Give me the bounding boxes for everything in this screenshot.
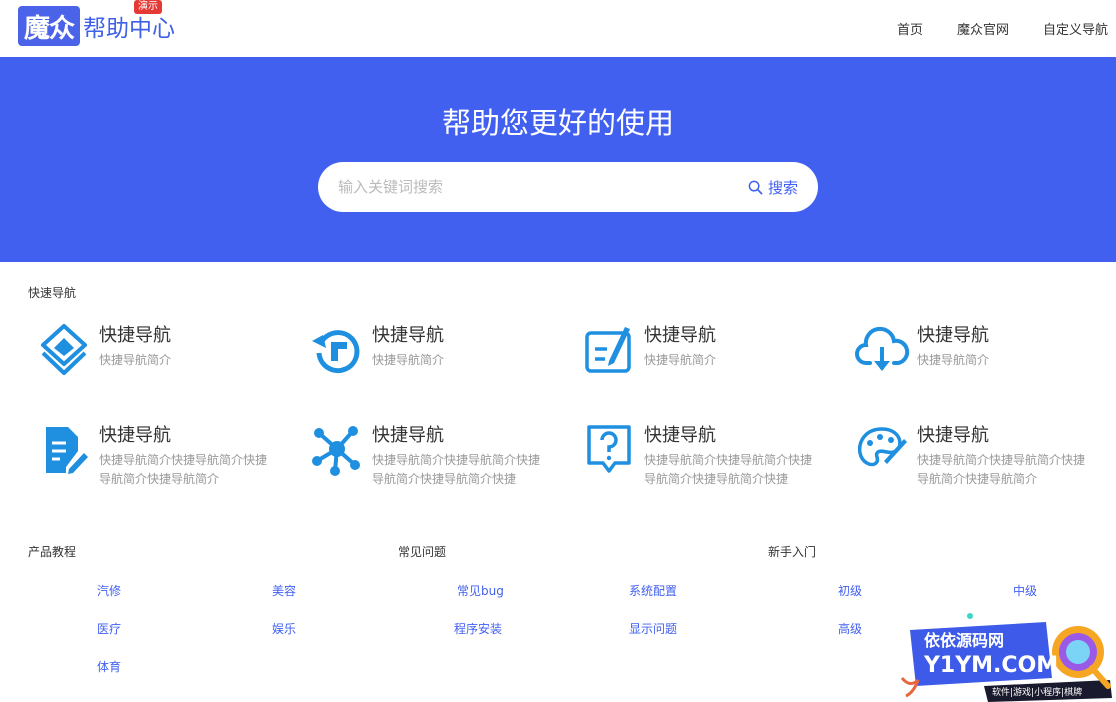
quick-nav-item-desc: 快捷导航简介: [372, 353, 445, 367]
quick-nav-item[interactable]: 快捷导航 快捷导航简介快捷导航简介快捷导航简介快捷导航简介: [28, 421, 288, 501]
search-icon: [748, 180, 763, 194]
category-title-beginner: 新手入门: [768, 545, 817, 559]
watermark-line2: Y1YM.COM: [923, 653, 1058, 678]
hero-title: 帮助您更好的使用: [441, 106, 674, 140]
quick-nav-item-title: 快捷导航: [917, 325, 989, 346]
category-link[interactable]: 医疗: [97, 620, 121, 637]
quick-nav-item-desc: 快捷导航简介快捷导航简介快捷导航简介快捷导航简介: [99, 453, 268, 486]
search-bar: 搜索: [318, 162, 818, 212]
quick-nav-item-title: 快捷导航: [372, 325, 444, 346]
question-bubble-icon: [587, 425, 631, 473]
category-link[interactable]: 体育: [97, 658, 121, 675]
quick-nav-item-desc: 快捷导航简介快捷导航简介快捷导航简介快捷导航简介快捷: [372, 453, 541, 486]
category-link[interactable]: 汽修: [97, 582, 121, 599]
quick-nav-item-title: 快捷导航: [917, 425, 989, 446]
category-link[interactable]: 娱乐: [272, 620, 296, 637]
watermark-line3: 软件|游戏|小程序|棋牌: [992, 686, 1082, 698]
site-watermark: 依依源码网 Y1YM.COM 软件|游戏|小程序|棋牌: [900, 613, 1112, 702]
layers-icon: [41, 324, 87, 375]
edit-board-icon: [585, 327, 631, 373]
category-link[interactable]: 中级: [1013, 582, 1037, 599]
quick-nav-item[interactable]: 快捷导航 快捷导航简介快捷导航简介快捷导航简介快捷导航简介快捷: [301, 421, 561, 501]
quick-nav-item[interactable]: 快捷导航 快捷导航简介: [28, 321, 288, 401]
hero-banner: 帮助您更好的使用 搜索: [0, 57, 1116, 262]
top-nav: 首页 魔众官网 自定义导航: [863, 0, 1108, 57]
search-input[interactable]: [338, 178, 718, 196]
category-link[interactable]: 程序安装: [454, 620, 502, 637]
watermark-line1: 依依源码网: [924, 631, 1004, 650]
nav-official-site[interactable]: 魔众官网: [957, 19, 1009, 38]
header: 魔众 帮助中心 演示 首页 魔众官网 自定义导航: [0, 0, 1116, 57]
quick-nav-item-title: 快捷导航: [644, 425, 716, 446]
category-link[interactable]: 美容: [272, 582, 296, 599]
logo-text: 帮助中心: [83, 16, 175, 42]
nav-custom[interactable]: 自定义导航: [1043, 19, 1108, 38]
quick-nav-item[interactable]: 快捷导航 快捷导航简介快捷导航简介快捷导航简介快捷导航简介: [846, 421, 1106, 501]
quick-nav-item-desc: 快捷导航简介快捷导航简介快捷导航简介快捷导航简介: [917, 453, 1086, 486]
quick-nav-item-desc: 快捷导航简介快捷导航简介快捷导航简介快捷导航简介快捷: [644, 453, 813, 486]
category-link[interactable]: 系统配置: [629, 582, 677, 599]
logo-mark: 魔众: [18, 6, 80, 46]
document-edit-icon: [46, 427, 88, 474]
category-title-faq: 常见问题: [398, 545, 447, 559]
quick-nav-item-title: 快捷导航: [99, 325, 171, 346]
quick-nav-item[interactable]: 快捷导航 快捷导航简介快捷导航简介快捷导航简介快捷导航简介快捷: [573, 421, 833, 501]
quick-nav-item-title: 快捷导航: [99, 425, 171, 446]
nav-home[interactable]: 首页: [897, 19, 923, 38]
palette-icon: [857, 427, 907, 467]
category-link[interactable]: 高级: [838, 620, 862, 637]
search-button-label: 搜索: [767, 178, 798, 197]
quick-nav-item[interactable]: 快捷导航 快捷导航简介: [573, 321, 833, 401]
category-link[interactable]: 初级: [838, 582, 862, 599]
quick-nav-item[interactable]: 快捷导航 快捷导航简介: [301, 321, 561, 401]
category-link[interactable]: 显示问题: [629, 620, 677, 637]
category-link[interactable]: 常见bug: [457, 582, 504, 599]
refresh-icon: [312, 330, 360, 374]
cloud-download-icon: [855, 326, 910, 371]
category-title-tutorials: 产品教程: [28, 545, 77, 559]
search-button[interactable]: 搜索: [748, 162, 798, 212]
quick-nav-item-desc: 快捷导航简介: [644, 353, 717, 367]
demo-badge: 演示: [134, 0, 162, 14]
network-icon: [312, 426, 360, 476]
quick-nav-item-title: 快捷导航: [372, 425, 444, 446]
quick-nav-item-desc: 快捷导航简介: [99, 353, 172, 367]
quick-nav-item-title: 快捷导航: [644, 325, 716, 346]
quick-nav-title: 快速导航: [28, 286, 77, 300]
quick-nav-item[interactable]: 快捷导航 快捷导航简介: [846, 321, 1106, 401]
quick-nav-item-desc: 快捷导航简介: [917, 353, 990, 367]
